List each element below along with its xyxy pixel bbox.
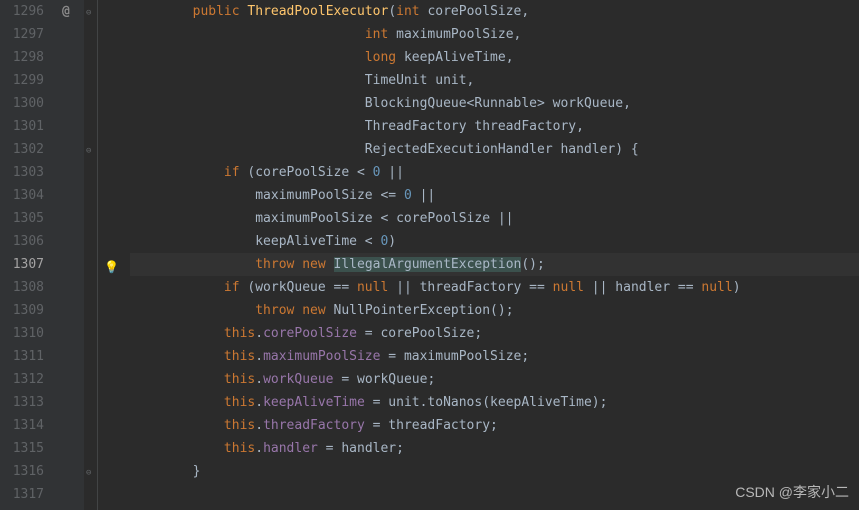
code-line[interactable]: this.threadFactory = threadFactory;: [130, 414, 859, 437]
intention-bulb-column: 💡: [98, 0, 124, 510]
line-number: 1316: [8, 460, 44, 483]
line-number: 1313: [8, 391, 44, 414]
line-number: 1304: [8, 184, 44, 207]
line-number: 1310: [8, 322, 44, 345]
line-number: 1301: [8, 115, 44, 138]
code-line[interactable]: int maximumPoolSize,: [130, 23, 859, 46]
line-number: 1303: [8, 161, 44, 184]
code-editor[interactable]: 1296129712981299130013011302130313041305…: [0, 0, 859, 510]
fold-toggle-icon[interactable]: ⊖: [86, 462, 91, 485]
line-number: 1311: [8, 345, 44, 368]
code-line[interactable]: throw new IllegalArgumentException();: [130, 253, 859, 276]
vcs-change-marker: @: [62, 0, 70, 23]
code-line[interactable]: throw new NullPointerException();: [130, 299, 859, 322]
line-number: 1296: [8, 0, 44, 23]
line-number: 1302: [8, 138, 44, 161]
line-number: 1297: [8, 23, 44, 46]
fold-toggle-icon[interactable]: ⊖: [86, 2, 91, 25]
line-number: 1308: [8, 276, 44, 299]
line-number: 1298: [8, 46, 44, 69]
code-line[interactable]: BlockingQueue<Runnable> workQueue,: [130, 92, 859, 115]
annotation-column: @: [58, 0, 84, 510]
code-line[interactable]: public ThreadPoolExecutor(int corePoolSi…: [130, 0, 859, 23]
line-number: 1317: [8, 483, 44, 506]
code-line[interactable]: if (workQueue == null || threadFactory =…: [130, 276, 859, 299]
code-line[interactable]: this.corePoolSize = corePoolSize;: [130, 322, 859, 345]
code-line[interactable]: }: [130, 460, 859, 483]
code-line[interactable]: this.workQueue = workQueue;: [130, 368, 859, 391]
code-line[interactable]: long keepAliveTime,: [130, 46, 859, 69]
code-line[interactable]: if (corePoolSize < 0 ||: [130, 161, 859, 184]
code-line[interactable]: maximumPoolSize <= 0 ||: [130, 184, 859, 207]
code-area[interactable]: public ThreadPoolExecutor(int corePoolSi…: [124, 0, 859, 510]
code-line[interactable]: maximumPoolSize < corePoolSize ||: [130, 207, 859, 230]
line-number: 1300: [8, 92, 44, 115]
watermark-text: CSDN @李家小二: [735, 481, 849, 504]
line-number: 1305: [8, 207, 44, 230]
intention-bulb-icon[interactable]: 💡: [104, 256, 119, 279]
code-line[interactable]: keepAliveTime < 0): [130, 230, 859, 253]
code-line[interactable]: this.keepAliveTime = unit.toNanos(keepAl…: [130, 391, 859, 414]
line-number: 1312: [8, 368, 44, 391]
line-number: 1306: [8, 230, 44, 253]
fold-column[interactable]: ⊖ ⊖ ⊖: [84, 0, 98, 510]
code-line[interactable]: RejectedExecutionHandler handler) {: [130, 138, 859, 161]
code-line[interactable]: this.maximumPoolSize = maximumPoolSize;: [130, 345, 859, 368]
line-number: 1299: [8, 69, 44, 92]
line-number: 1314: [8, 414, 44, 437]
code-line[interactable]: TimeUnit unit,: [130, 69, 859, 92]
code-line[interactable]: ThreadFactory threadFactory,: [130, 115, 859, 138]
line-number-gutter: 1296129712981299130013011302130313041305…: [0, 0, 58, 510]
code-line[interactable]: this.handler = handler;: [130, 437, 859, 460]
line-number: 1307: [8, 253, 44, 276]
fold-toggle-icon[interactable]: ⊖: [86, 140, 91, 163]
line-number: 1315: [8, 437, 44, 460]
line-number: 1309: [8, 299, 44, 322]
